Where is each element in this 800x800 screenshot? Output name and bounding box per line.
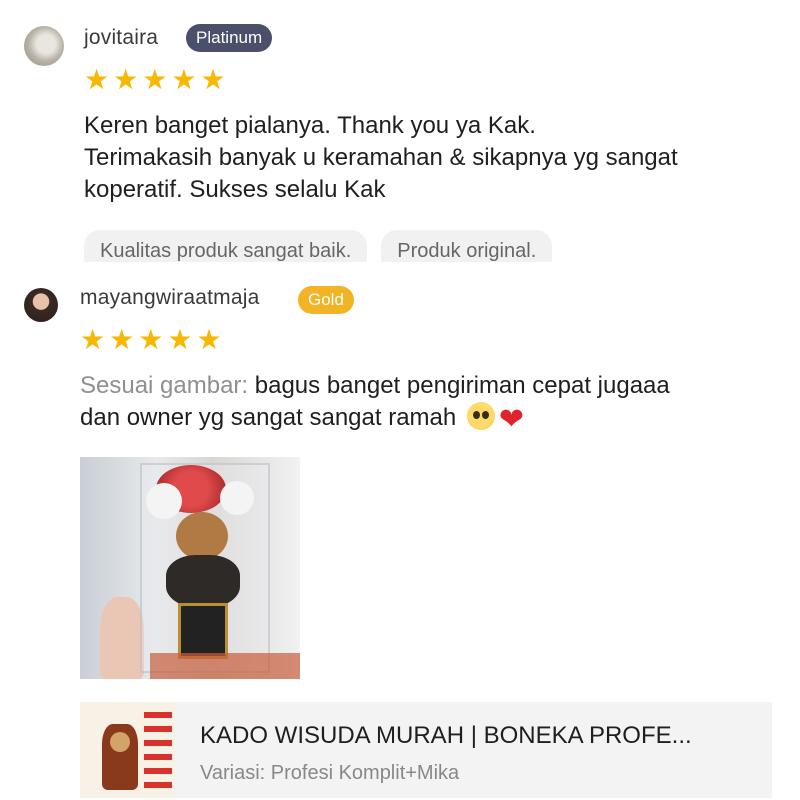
star-icon: ★ — [171, 63, 197, 96]
red-heart-emoji: ❤ — [498, 402, 525, 437]
thumb-figure-head — [110, 732, 130, 752]
star-icon: ★ — [84, 63, 110, 96]
comment-label: Sesuai gambar: — [80, 372, 249, 399]
product-variant: Variasi: Profesi Komplit+Mika — [200, 762, 460, 784]
review-tag: Kualitas produk sangat baik. — [84, 230, 368, 262]
review-card: jovitaira Platinum ★ ★ ★ ★ ★ Keren bange… — [0, 0, 800, 262]
star-icon: ★ — [80, 323, 106, 356]
star-icon: ★ — [200, 63, 226, 96]
comment-line: dan owner yg sangat sangat ramah ❤ — [80, 402, 792, 436]
star-icon: ★ — [142, 63, 168, 96]
rating-stars: ★ ★ ★ ★ ★ — [84, 66, 226, 94]
photo-bear — [176, 512, 228, 560]
membership-badge: Platinum — [186, 24, 273, 52]
comment-line: Terimakasih banyak u keramahan & sikapny… — [84, 144, 678, 171]
photo-flower — [220, 481, 254, 515]
photo-base — [150, 653, 300, 679]
rating-stars: ★ ★ ★ ★ ★ — [80, 326, 222, 354]
star-icon: ★ — [138, 323, 164, 356]
avatar[interactable] — [24, 288, 58, 322]
star-icon: ★ — [109, 323, 135, 356]
photo-hand — [100, 597, 144, 679]
review-tags: Kualitas produk sangat baik. Produk orig… — [84, 230, 553, 262]
comment-line: Sesuai gambar: bagus banget pengiriman c… — [80, 370, 792, 402]
review-tag: Produk original. — [381, 230, 553, 262]
comment-line: koperatif. Sukses selalu Kak — [84, 176, 386, 203]
review-comment: Sesuai gambar: bagus banget pengiriman c… — [80, 370, 792, 436]
review-card: mayangwiraatmaja Gold ★ ★ ★ ★ ★ Sesuai g… — [0, 270, 800, 800]
review-photo[interactable] — [80, 457, 300, 679]
avatar[interactable] — [24, 26, 64, 66]
comment-line: Keren banget pialanya. Thank you ya Kak. — [84, 112, 536, 139]
thumb-list — [144, 712, 172, 792]
comment-text: dan owner yg sangat sangat ramah — [80, 404, 463, 431]
photo-bear-body — [166, 555, 240, 607]
product-thumbnail[interactable] — [80, 702, 176, 798]
photo-trophy — [178, 603, 228, 659]
star-icon: ★ — [196, 323, 222, 356]
membership-badge: Gold — [298, 286, 354, 314]
product-title[interactable]: KADO WISUDA MURAH | BONEKA PROFE... — [200, 722, 692, 750]
comment-text: bagus banget pengiriman cepat jugaaa — [248, 372, 670, 399]
star-icon: ★ — [113, 63, 139, 96]
username[interactable]: jovitaira — [84, 26, 158, 50]
username[interactable]: mayangwiraatmaja — [80, 286, 259, 310]
pleading-face-emoji — [466, 402, 495, 430]
star-icon: ★ — [167, 323, 193, 356]
photo-flower — [146, 483, 182, 519]
product-card[interactable]: KADO WISUDA MURAH | BONEKA PROFE... Vari… — [80, 702, 772, 798]
review-comment: Keren banget pialanya. Thank you ya Kak.… — [84, 110, 794, 206]
